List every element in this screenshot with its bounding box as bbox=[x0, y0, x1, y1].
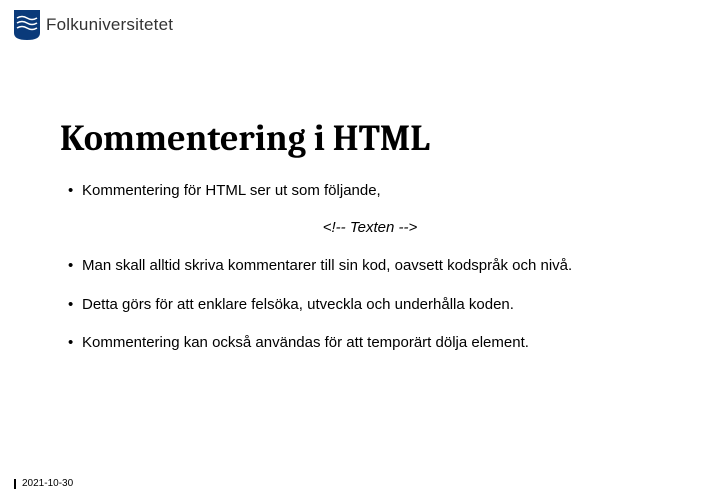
brand-logo-icon bbox=[14, 10, 40, 40]
code-example: <!-- Texten --> bbox=[60, 219, 680, 236]
brand-name: Folkuniversitetet bbox=[46, 15, 173, 35]
slide: Folkuniversitetet Kommentering i HTML Ko… bbox=[0, 0, 720, 501]
list-item: Kommentering kan också användas för att … bbox=[60, 333, 680, 353]
list-item: Detta görs för att enklare felsöka, utve… bbox=[60, 295, 680, 315]
footer-date: 2021-10-30 bbox=[14, 479, 73, 489]
list-item: Man skall alltid skriva kommentarer till… bbox=[60, 256, 680, 276]
list-item: Kommentering för HTML ser ut som följand… bbox=[60, 181, 680, 201]
bullet-list: Man skall alltid skriva kommentarer till… bbox=[60, 256, 680, 353]
page-title: Kommentering i HTML bbox=[60, 118, 680, 159]
bullet-list: Kommentering för HTML ser ut som följand… bbox=[60, 181, 680, 201]
content: Kommentering i HTML Kommentering för HTM… bbox=[60, 118, 680, 371]
brand: Folkuniversitetet bbox=[14, 10, 173, 40]
